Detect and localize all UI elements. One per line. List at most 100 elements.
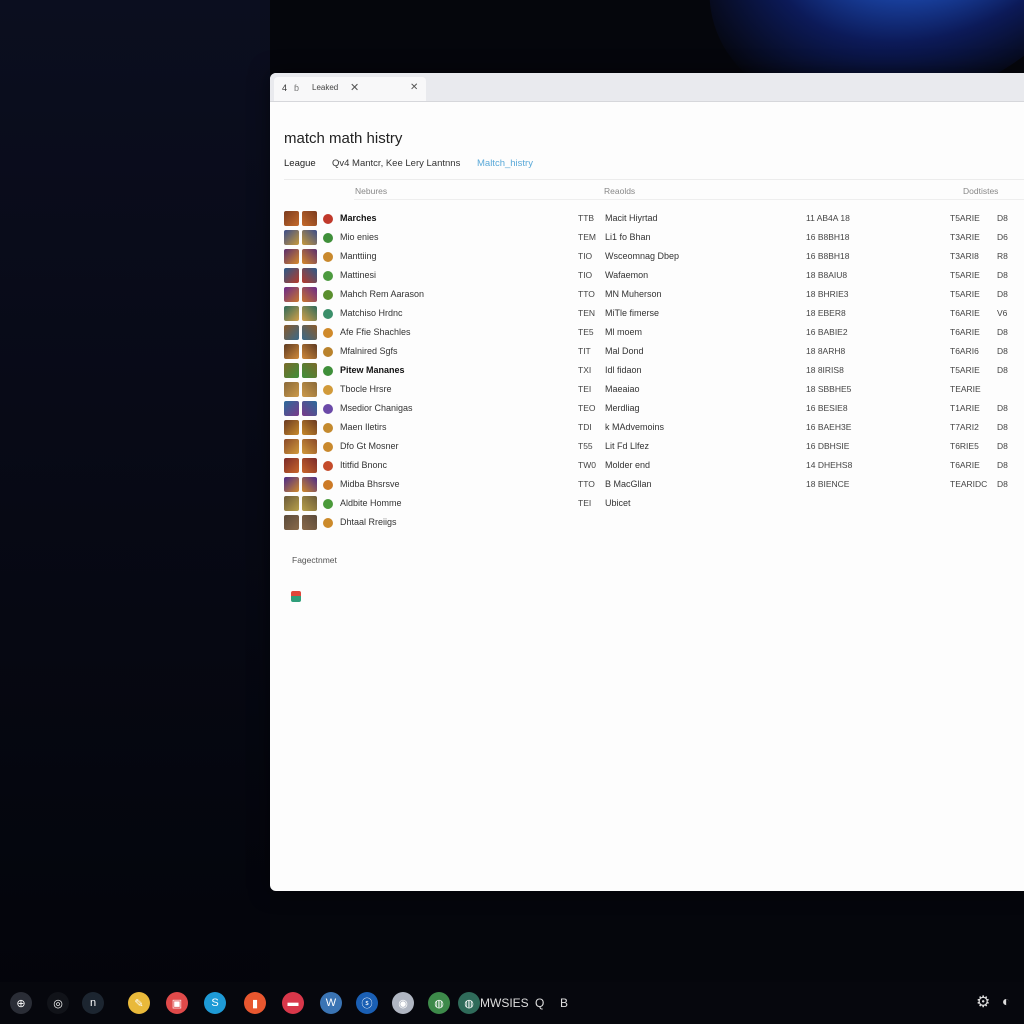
match-name[interactable]: Pitew Mananes <box>340 365 405 375</box>
champion-thumbnail <box>284 363 299 378</box>
office-icon[interactable]: ▮ <box>244 992 266 1014</box>
search-icon[interactable]: ◎ <box>47 992 69 1014</box>
match-score: 16 BABIE2 <box>806 327 848 337</box>
role-icon <box>323 480 333 490</box>
champion-thumbnail <box>302 401 317 416</box>
champion-thumbnail <box>284 306 299 321</box>
match-code: TEI <box>578 498 592 508</box>
champion-thumbnail <box>302 458 317 473</box>
tab-close-icon[interactable]: ✕ <box>350 81 359 94</box>
champion-thumbnail <box>284 439 299 454</box>
store-icon[interactable]: ▣ <box>166 992 188 1014</box>
match-score: 16 BAEH3E <box>806 422 852 432</box>
match-name[interactable]: Msedior Chanigas <box>340 403 413 413</box>
match-name[interactable]: Marches <box>340 213 377 223</box>
champion-thumbnail <box>302 363 317 378</box>
match-result: Mal Dond <box>605 346 644 356</box>
match-name[interactable]: Dfo Gt Mosner <box>340 441 399 451</box>
match-code: TE5 <box>578 327 594 337</box>
match-name[interactable]: Afe Ffie Shachles <box>340 327 411 337</box>
start-icon[interactable]: ⊕ <box>10 992 32 1014</box>
skype-icon[interactable]: S <box>204 992 226 1014</box>
match-score: 18 BHRIE3 <box>806 289 849 299</box>
match-name[interactable]: Tbocle Hrsre <box>340 384 392 394</box>
match-result: Wafaemon <box>605 270 649 280</box>
match-tag: D8 <box>997 213 1008 223</box>
match-name[interactable]: Mahch Rem Aarason <box>340 289 424 299</box>
match-time: T6RIE5 <box>950 441 979 451</box>
column-header-name[interactable]: Nebures <box>355 186 387 196</box>
nav-match-history[interactable]: Maltch_histry <box>477 158 533 169</box>
notes-icon[interactable]: ✎ <box>128 992 150 1014</box>
chrome-icon[interactable]: ◍ <box>428 992 450 1014</box>
divider <box>354 199 1024 200</box>
match-result: B MacGllan <box>605 479 652 489</box>
role-icon <box>323 461 333 471</box>
match-name[interactable]: Dhtaal Rreiigs <box>340 517 397 527</box>
role-icon <box>323 499 333 509</box>
match-tag: D8 <box>997 422 1008 432</box>
match-time: T6ARIE <box>950 460 980 470</box>
taskbar-label[interactable]: MWSIES <box>480 996 529 1010</box>
match-name[interactable]: Mio enies <box>340 232 379 242</box>
mail-icon[interactable]: ▬ <box>282 992 304 1014</box>
champion-thumbnail <box>302 211 317 226</box>
match-score: 16 DBHSIE <box>806 441 850 451</box>
role-icon <box>323 328 333 338</box>
match-name[interactable]: Mfalnired Sgfs <box>340 346 398 356</box>
match-tag: D8 <box>997 479 1008 489</box>
browser-tab[interactable]: 4 ɓ Leaked ✕ ✕ <box>274 77 426 101</box>
new-tab-icon[interactable]: ✕ <box>410 82 418 93</box>
match-tag: D8 <box>997 346 1008 356</box>
champion-thumbnail <box>302 249 317 264</box>
match-time: TEARIDC <box>950 479 988 489</box>
match-name[interactable]: Ititfid Bnonc <box>340 460 387 470</box>
column-header-date[interactable]: Dodtistes <box>963 186 998 196</box>
champion-thumbnail <box>284 325 299 340</box>
match-result: Idl fidaon <box>605 365 642 375</box>
column-header-result[interactable]: Reaolds <box>604 186 635 196</box>
app-icon[interactable] <box>291 591 301 602</box>
match-tag: V6 <box>997 308 1008 318</box>
match-result: Ubicet <box>605 498 631 508</box>
champion-thumbnail <box>284 382 299 397</box>
champion-thumbnail <box>284 420 299 435</box>
globe-icon[interactable]: ◍ <box>458 992 480 1014</box>
user-icon[interactable]: ◐ <box>1002 993 1010 1009</box>
match-name[interactable]: Mattinesi <box>340 270 376 280</box>
match-time: T1ARIE <box>950 403 980 413</box>
match-name[interactable]: Maen Iletirs <box>340 422 387 432</box>
nav-matches[interactable]: Qv4 Mantcr, Kee Lery Lantnns <box>332 158 460 169</box>
match-tag: D8 <box>997 365 1008 375</box>
match-name[interactable]: Aldbite Homme <box>340 498 402 508</box>
champion-thumbnail <box>284 496 299 511</box>
match-time: TEARIE <box>950 384 981 394</box>
match-result: Merdliag <box>605 403 640 413</box>
nav-league[interactable]: League <box>284 158 316 169</box>
app-blue-icon[interactable]: ⓢ <box>356 992 378 1014</box>
wordpress-icon[interactable]: W <box>320 992 342 1014</box>
match-code: TTB <box>578 213 595 223</box>
match-time: T7ARI2 <box>950 422 979 432</box>
taskbar: MWSIES Q B ⚙ ◐ ⊕ ◎ n ✎ ▣ S ▮ ▬ Wⓢ ◉ ◍ ◍ <box>0 982 1024 1024</box>
role-icon <box>323 404 333 414</box>
role-icon <box>323 385 333 395</box>
match-tag: D8 <box>997 460 1008 470</box>
match-score: 18 8IRIS8 <box>806 365 844 375</box>
match-time: T5ARIE <box>950 365 980 375</box>
b-icon[interactable]: B <box>560 996 568 1010</box>
role-icon <box>323 214 333 224</box>
match-code: TEI <box>578 384 592 394</box>
match-result: Molder end <box>605 460 651 470</box>
app-round-icon[interactable]: ◉ <box>392 992 414 1014</box>
search-icon[interactable]: Q <box>535 996 544 1010</box>
widget-icon[interactable]: n <box>82 992 104 1014</box>
gear-icon[interactable]: ⚙ <box>976 992 990 1012</box>
match-name[interactable]: Matchiso Hrdnc <box>340 308 403 318</box>
footer-label: Fagectnmet <box>292 555 337 565</box>
match-name[interactable]: Manttiing <box>340 251 377 261</box>
match-score: 18 BIENCE <box>806 479 850 489</box>
role-icon <box>323 423 333 433</box>
match-name[interactable]: Midba Bhsrsve <box>340 479 400 489</box>
role-icon <box>323 518 333 528</box>
